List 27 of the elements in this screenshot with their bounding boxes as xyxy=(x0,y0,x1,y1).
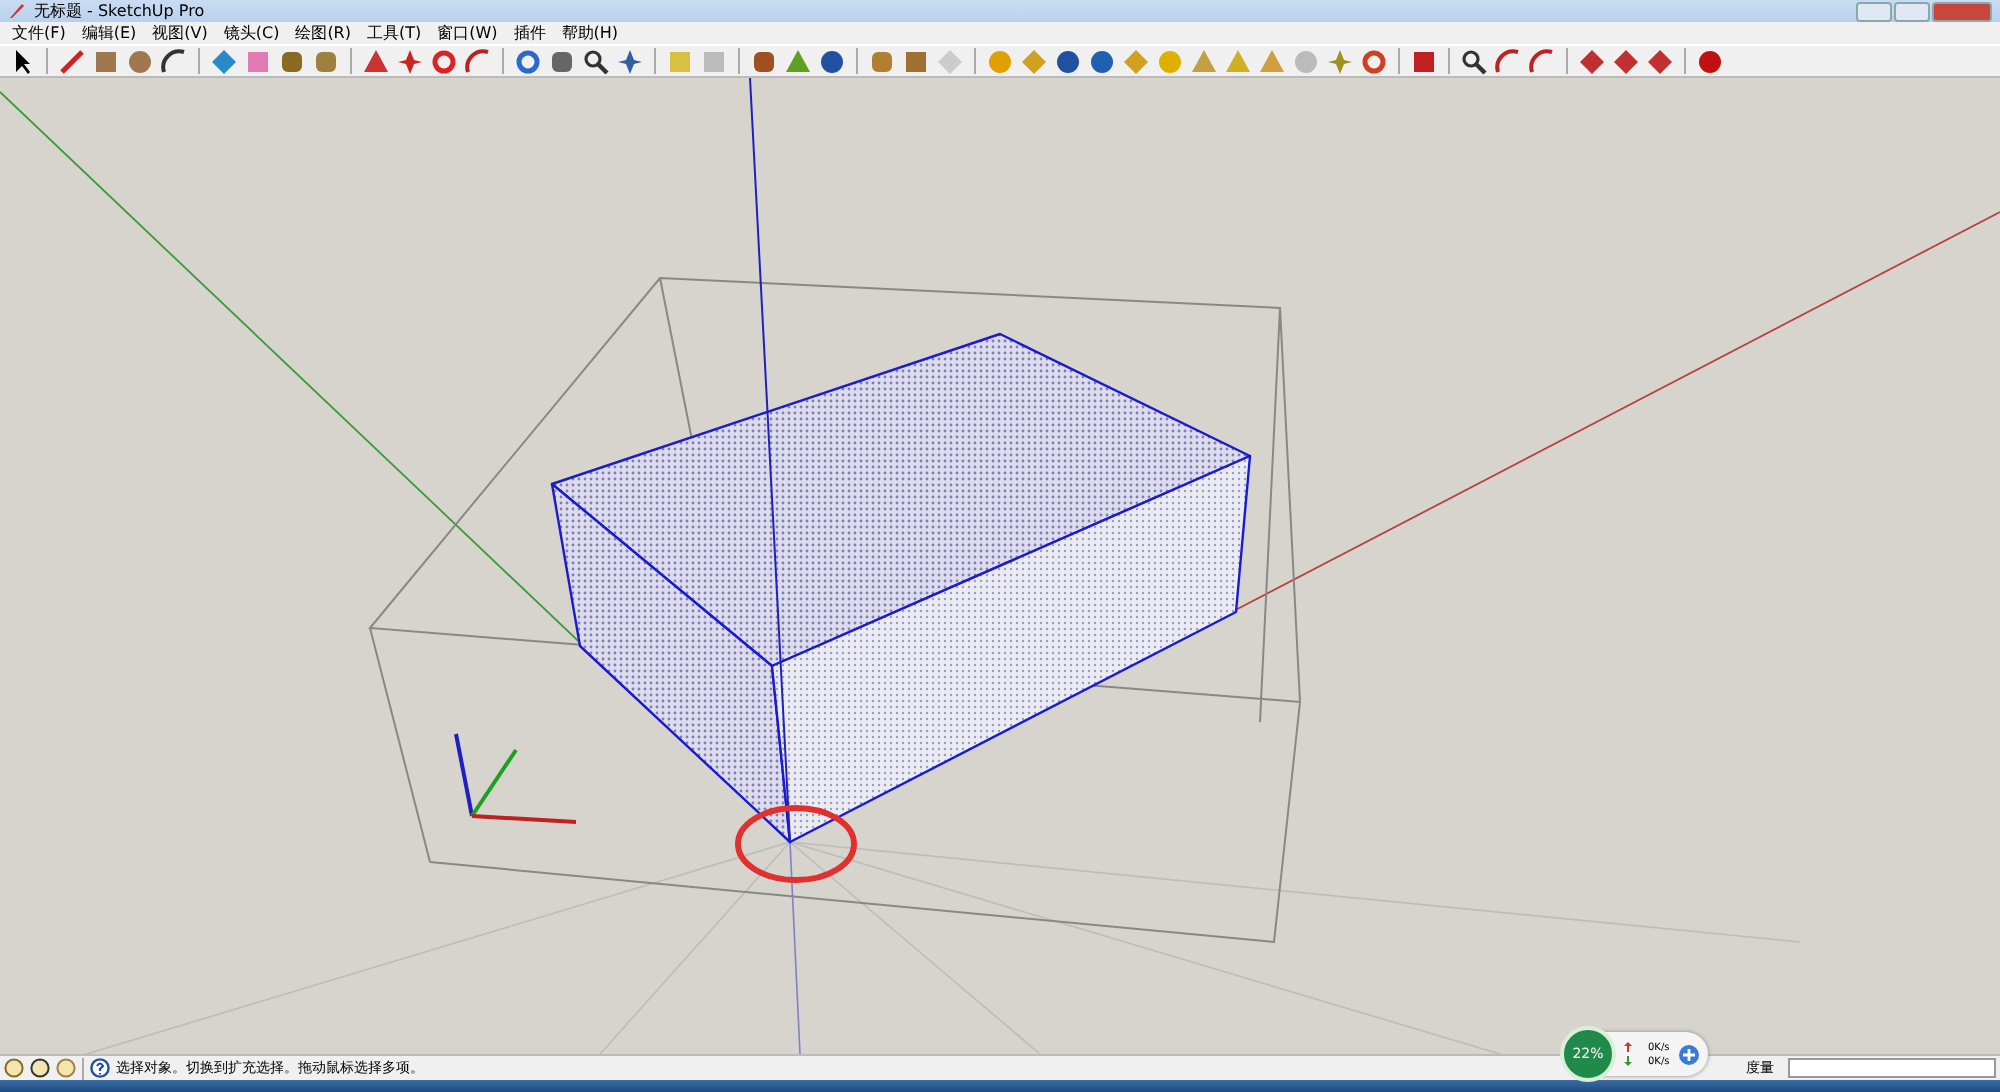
dot-icon[interactable] xyxy=(1292,47,1320,76)
window-title: 无标题 - SketchUp Pro xyxy=(34,0,205,22)
menu-item[interactable]: 工具(T) xyxy=(359,22,430,44)
zoom-icon[interactable] xyxy=(582,47,610,76)
upload-arrow-icon xyxy=(1624,1042,1632,1052)
axes-orientation-icon xyxy=(454,733,577,825)
menu-item[interactable]: 镜头(C) xyxy=(215,22,288,44)
zoom-icon[interactable] xyxy=(1460,47,1488,76)
close-button[interactable] xyxy=(1932,1,1992,21)
download-arrow-icon xyxy=(1624,1056,1632,1066)
pencil-icon[interactable] xyxy=(58,47,86,76)
measure-input-field[interactable] xyxy=(1788,1058,1996,1079)
menu-item[interactable]: 编辑(E) xyxy=(73,22,145,44)
menu-item[interactable]: 帮助(H) xyxy=(553,22,627,44)
menu-item[interactable]: 插件 xyxy=(505,22,554,44)
rectangle-icon[interactable] xyxy=(92,47,120,76)
arc-icon[interactable] xyxy=(160,47,188,76)
plus-icon[interactable] xyxy=(1677,1043,1700,1065)
help-icon[interactable] xyxy=(90,1058,110,1079)
menu-item[interactable]: 绘图(R) xyxy=(287,22,359,44)
menu-item[interactable]: 视图(V) xyxy=(144,22,216,44)
highlight-circle xyxy=(735,805,857,884)
round-icon[interactable] xyxy=(1054,47,1082,76)
round-icon[interactable] xyxy=(1088,47,1116,76)
menu-item[interactable]: 窗口(W) xyxy=(429,22,506,44)
dot-icon[interactable] xyxy=(1156,47,1184,76)
menu-item[interactable]: 文件(F) xyxy=(4,22,74,44)
